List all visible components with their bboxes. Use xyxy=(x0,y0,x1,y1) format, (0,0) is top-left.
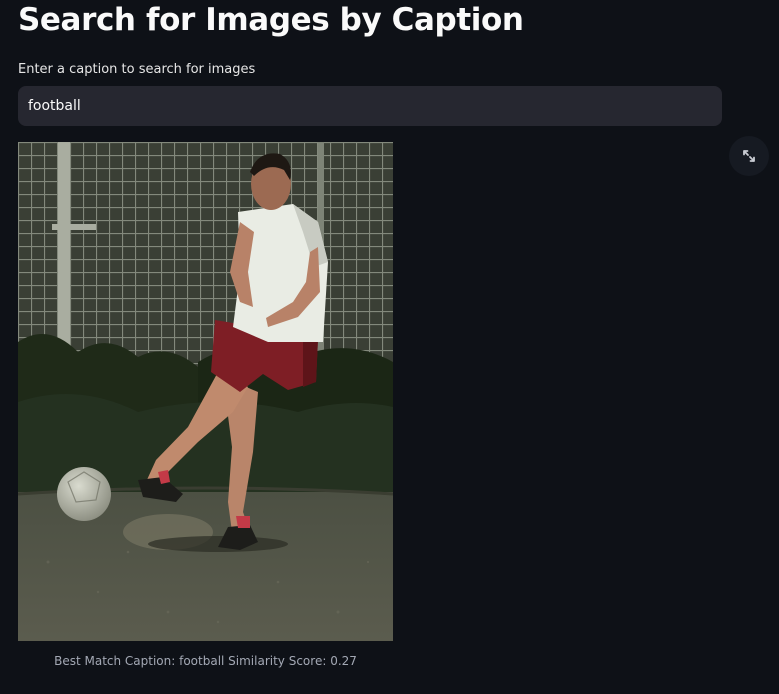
caption-search-input[interactable] xyxy=(18,86,722,126)
app-page: Search for Images by Caption Enter a cap… xyxy=(0,0,779,694)
result-caption: Best Match Caption: football Similarity … xyxy=(54,654,357,668)
search-input-label: Enter a caption to search for images xyxy=(18,62,256,77)
football-player-image xyxy=(18,142,393,641)
fullscreen-button[interactable] xyxy=(729,136,769,176)
expand-icon xyxy=(743,150,755,162)
result-image xyxy=(18,142,393,641)
page-title: Search for Images by Caption xyxy=(18,2,524,38)
